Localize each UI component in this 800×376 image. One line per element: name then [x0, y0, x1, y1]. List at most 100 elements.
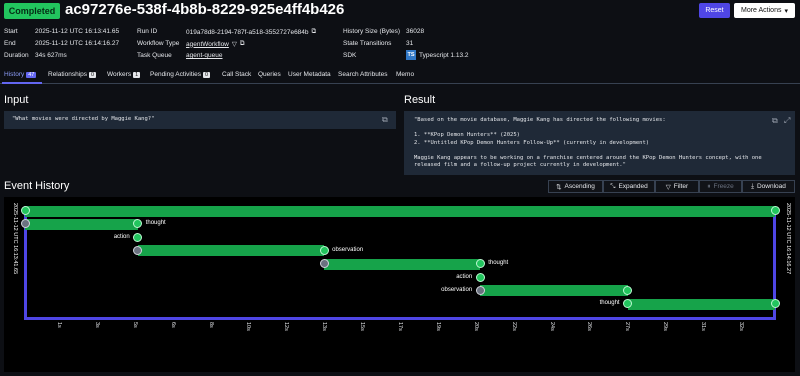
- sdk-value: TS Typescript 1.13.2: [406, 50, 469, 60]
- freeze-label: Freeze: [713, 183, 734, 190]
- axis-tick-label: 26s: [586, 322, 593, 331]
- tab-label: History: [4, 71, 25, 78]
- task-queue-link[interactable]: agent-queue: [186, 52, 223, 59]
- event-bar[interactable]: [627, 298, 775, 310]
- filter-icon[interactable]: ▽: [232, 40, 237, 48]
- expanded-button[interactable]: ⤡ Expanded: [603, 180, 655, 193]
- download-label: Download: [756, 183, 786, 190]
- workflow-type: agentWorkflow ▽ ⧉: [186, 40, 245, 48]
- event-start-dot[interactable]: [319, 259, 329, 269]
- axis-tick-label: 1s: [56, 322, 62, 328]
- event-bar[interactable]: [25, 218, 138, 230]
- axis-tick-label: 8s: [207, 322, 214, 328]
- input-content: "What movies were directed by Maggie Kan…: [12, 116, 155, 122]
- event-end-dot[interactable]: [770, 206, 780, 215]
- state-transitions-value: 31: [406, 40, 414, 47]
- event-label: thought: [599, 300, 620, 307]
- copy-icon[interactable]: ⧉: [772, 116, 778, 126]
- expand-icon: ⤡: [610, 182, 616, 190]
- event-start-dot[interactable]: [20, 219, 30, 229]
- workflow-type-link[interactable]: agentWorkflow: [186, 41, 229, 48]
- task-queue-label: Task Queue: [137, 52, 172, 59]
- event-start-dot[interactable]: [475, 272, 485, 282]
- axis-tick-label: 20s: [472, 322, 479, 331]
- download-icon: ⤓: [751, 182, 754, 190]
- event-bar[interactable]: [137, 245, 325, 257]
- tab-history[interactable]: History 47: [4, 71, 37, 78]
- end-label: End: [4, 40, 16, 47]
- freeze-button[interactable]: ⏸ Freeze: [699, 180, 742, 193]
- workflow-type-label: Workflow Type: [137, 40, 180, 47]
- tab-label: User Metadata: [288, 71, 331, 78]
- copy-icon[interactable]: ⧉: [312, 28, 317, 36]
- state-transitions-label: State Transitions: [343, 40, 392, 47]
- timeline-start-time: 2025-11-12 UTC 16:13:41.65: [12, 203, 18, 275]
- input-payload: "What movies were directed by Maggie Kan…: [4, 111, 396, 129]
- download-button[interactable]: ⤓ Download: [742, 180, 795, 193]
- filter-icon: ▽: [665, 183, 671, 191]
- result-content: "Based on the movie database, Maggie Kan…: [414, 117, 762, 168]
- status-badge: Completed: [4, 3, 60, 19]
- event-label: observation: [332, 246, 364, 253]
- copy-icon[interactable]: ⧉: [382, 115, 388, 125]
- result-title: Result: [404, 94, 436, 106]
- expanded-label: Expanded: [618, 183, 648, 190]
- event-history-title: Event History: [4, 180, 70, 192]
- event-label: thought: [488, 260, 509, 267]
- duration-label: Duration: [4, 52, 29, 59]
- event-label: observation: [441, 286, 473, 293]
- start-label: Start: [4, 28, 18, 35]
- tab-count: 0: [202, 71, 211, 78]
- tab-queries[interactable]: Queries: [258, 71, 281, 78]
- sdk-version: Typescript 1.13.2: [419, 51, 469, 59]
- event-end-dot[interactable]: [770, 299, 780, 309]
- tab-search-attributes[interactable]: Search Attributes: [338, 71, 388, 78]
- filter-button[interactable]: ▽ Filter: [655, 180, 699, 193]
- tab-pending-activities[interactable]: Pending Activities 0: [150, 71, 211, 78]
- axis-tick-label: 3s: [93, 322, 100, 328]
- tab-bar: History 47 Relationships 0 Workers 1 Pendin…: [0, 69, 800, 84]
- tab-count: 0: [89, 71, 97, 78]
- reset-button[interactable]: Reset: [699, 3, 730, 18]
- event-end-dot[interactable]: [623, 285, 633, 295]
- event-end-dot[interactable]: [475, 259, 485, 269]
- ascending-button[interactable]: ⇅ Ascending: [548, 180, 603, 193]
- sdk-label: SDK: [343, 52, 357, 59]
- active-tab-indicator: [2, 82, 42, 84]
- tab-memo[interactable]: Memo: [396, 71, 414, 78]
- axis-tick-label: 31s: [700, 322, 707, 331]
- history-size-label: History Size (Bytes): [343, 28, 401, 35]
- more-actions-button[interactable]: More Actions ▾: [734, 3, 795, 18]
- axis-tick-label: 17s: [397, 322, 403, 331]
- end-value: 2025-11-12 UTC 16:14:16.27: [35, 40, 120, 47]
- tab-workers[interactable]: Workers 1: [107, 71, 141, 78]
- typescript-icon: TS: [406, 50, 416, 60]
- axis-tick-label: 5s: [131, 322, 138, 328]
- axis-tick-label: 22s: [510, 322, 517, 331]
- axis-tick-label: 27s: [624, 322, 631, 331]
- axis-tick-label: 12s: [283, 322, 290, 331]
- event-bar[interactable]: [324, 258, 481, 270]
- input-title: Input: [4, 94, 29, 106]
- event-bar[interactable]: [480, 285, 628, 297]
- tab-call-stack[interactable]: Call Stack: [222, 71, 251, 78]
- tab-label: Relationships: [48, 71, 88, 78]
- tab-user-metadata[interactable]: User Metadata: [288, 71, 331, 78]
- event-end-dot[interactable]: [319, 245, 329, 255]
- event-start-dot[interactable]: [20, 206, 30, 215]
- axis-tick-label: 10s: [245, 322, 252, 331]
- tab-relationships[interactable]: Relationships 0: [48, 71, 97, 78]
- freeze-icon: ⏸: [707, 182, 711, 190]
- filter-label: Filter: [673, 183, 689, 190]
- chevron-down-icon: ▾: [784, 7, 788, 15]
- event-bar[interactable]: [25, 205, 775, 217]
- expand-icon[interactable]: ⤢: [784, 116, 790, 126]
- history-size-value: 36028: [406, 28, 425, 35]
- tab-count: 47: [26, 71, 37, 78]
- copy-icon[interactable]: ⧉: [240, 40, 245, 48]
- event-start-dot[interactable]: [475, 285, 485, 295]
- timeline-axis: [24, 317, 776, 320]
- event-start-dot[interactable]: [133, 232, 143, 242]
- tab-label: Call Stack: [222, 71, 252, 78]
- tab-label: Search Attributes: [338, 71, 388, 78]
